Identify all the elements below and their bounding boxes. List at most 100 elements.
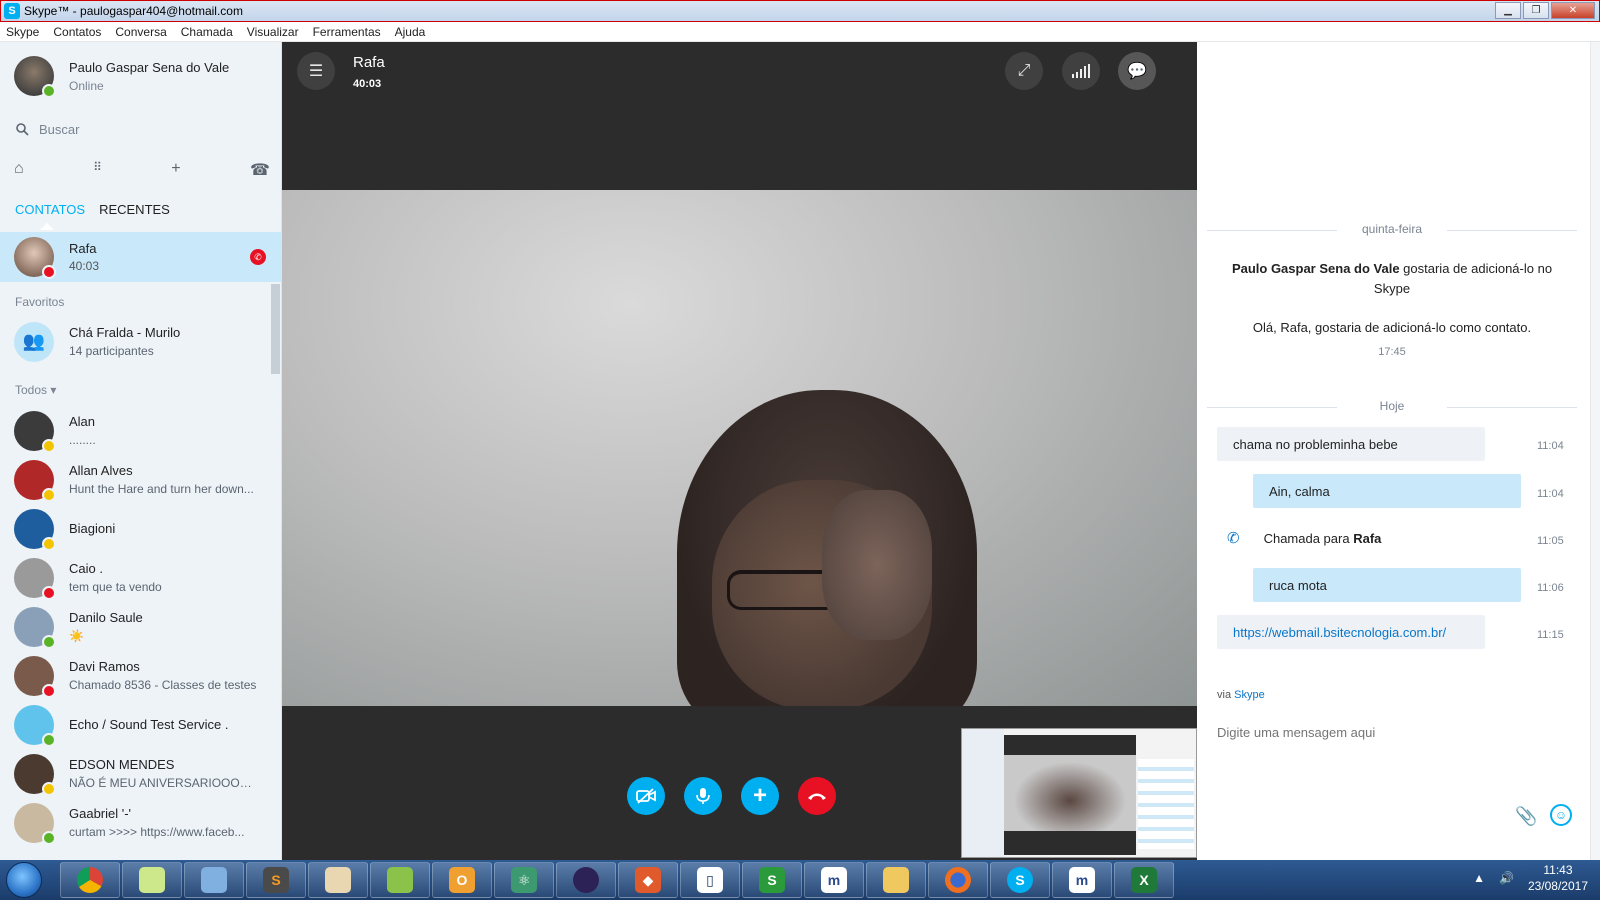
taskbar-meebo-2[interactable]: m xyxy=(1052,862,1112,898)
search-box[interactable]: Buscar xyxy=(16,122,79,137)
contact-sub: tem que ta vendo xyxy=(69,580,162,594)
message-bubble-out[interactable]: Ain, calma xyxy=(1253,474,1521,508)
list-item[interactable]: Davi Ramos Chamado 8536 - Classes de test… xyxy=(0,651,270,700)
home-icon[interactable]: ⌂ xyxy=(14,160,24,180)
microphone-icon[interactable] xyxy=(684,777,722,815)
plus-icon[interactable]: + xyxy=(741,777,779,815)
taskbar-notepad[interactable] xyxy=(122,862,182,898)
greeting-time: 17:45 xyxy=(1378,346,1406,358)
contact-sub: curtam >>>> https://www.faceb... xyxy=(69,825,245,839)
message-time: 11:04 xyxy=(1537,440,1564,452)
clock[interactable]: 11:43 23/08/2017 xyxy=(1528,862,1588,894)
paperclip-icon[interactable]: 📎 xyxy=(1515,806,1537,827)
emoticon-icon[interactable]: ☺ xyxy=(1550,804,1572,826)
menu-visualizar[interactable]: Visualizar xyxy=(247,25,299,39)
contacts-list: Alan........ Allan Alves Hunt the Hare an… xyxy=(0,406,270,847)
expand-icon[interactable]: ⤢ xyxy=(1005,52,1043,90)
close-button[interactable]: ✕ xyxy=(1551,2,1595,19)
list-item[interactable]: Gaabriel '-' curtam >>>> https://www.face… xyxy=(0,798,270,847)
minimize-button[interactable]: ▁ xyxy=(1495,2,1521,19)
list-item[interactable]: Allan Alves Hunt the Hare and turn her do… xyxy=(0,455,270,504)
tab-contatos[interactable]: CONTATOS xyxy=(15,202,85,217)
menu-skype[interactable]: Skype xyxy=(6,25,39,39)
taskbar-sublime[interactable]: S xyxy=(246,862,306,898)
chat-scrollbar[interactable] xyxy=(1590,42,1600,860)
list-item[interactable]: Alan........ xyxy=(0,406,270,455)
list-icon[interactable]: ☰ xyxy=(297,52,335,90)
taskbar-git[interactable]: ◆ xyxy=(618,862,678,898)
window-controls: ▁ ❐ ✕ xyxy=(1495,2,1595,19)
via-skype: via Skype xyxy=(1217,689,1265,701)
excel-icon: X xyxy=(1131,867,1157,893)
list-item[interactable]: Echo / Sound Test Service . xyxy=(0,700,270,749)
dialpad-icon[interactable]: ⠿ xyxy=(93,160,102,180)
list-item[interactable]: Danilo Saule ☀️ xyxy=(0,602,270,651)
taskbar-explorer[interactable] xyxy=(184,862,244,898)
message-link[interactable]: https://webmail.bsitecnologia.com.br/ xyxy=(1217,615,1485,649)
taskbar-excel[interactable]: X xyxy=(1114,862,1174,898)
taskbar-chrome[interactable] xyxy=(60,862,120,898)
menu-conversa[interactable]: Conversa xyxy=(115,25,166,39)
message-input[interactable] xyxy=(1217,725,1537,740)
profile-card[interactable]: Paulo Gaspar Sena do Vale Online xyxy=(14,56,230,98)
message-bubble-out[interactable]: ruca mota xyxy=(1253,568,1521,602)
all-contacts-label[interactable]: Todos ▾ xyxy=(15,383,56,397)
tab-recentes[interactable]: RECENTES xyxy=(99,202,170,217)
contact-sub: Hunt the Hare and turn her down... xyxy=(69,482,254,496)
hangup-icon[interactable] xyxy=(798,777,836,815)
taskbar-outlook[interactable]: O xyxy=(432,862,492,898)
menu-ferramentas[interactable]: Ferramentas xyxy=(313,25,381,39)
profile-avatar[interactable] xyxy=(14,56,56,98)
sidebar-scrollbar[interactable] xyxy=(271,284,280,374)
list-item[interactable]: Caio . tem que ta vendo xyxy=(0,553,270,602)
active-call-contact[interactable]: Rafa 40:03 ✆ xyxy=(0,232,281,282)
signal-icon[interactable] xyxy=(1062,52,1100,90)
menu-contatos[interactable]: Contatos xyxy=(53,25,101,39)
add-contact-icon[interactable]: ☎ xyxy=(250,160,270,180)
m-icon: m xyxy=(1069,867,1095,893)
taskbar-skype[interactable]: S xyxy=(990,862,1050,898)
contact-sub: 14 participantes xyxy=(69,344,154,358)
hangup-icon[interactable]: ✆ xyxy=(250,249,266,265)
menu-ajuda[interactable]: Ajuda xyxy=(395,25,426,39)
window-title-bar: S Skype™ - paulogaspar404@hotmail.com ▁ … xyxy=(0,0,1600,22)
taskbar-android-studio[interactable] xyxy=(370,862,430,898)
list-item[interactable]: 👥 Chá Fralda - Murilo 14 participantes xyxy=(0,317,270,366)
taskbar-frame[interactable]: ▯ xyxy=(680,862,740,898)
system-tray: ▲ 🔊 11:43 23/08/2017 xyxy=(1473,862,1588,894)
chevron-down-icon: ▾ xyxy=(50,383,57,397)
taskbar-sigma[interactable]: S xyxy=(742,862,802,898)
away-status-icon xyxy=(42,487,56,502)
message-bubble-in[interactable]: chama no probleminha bebe xyxy=(1217,427,1485,461)
add-icon[interactable]: + xyxy=(171,160,180,180)
contact-name: EDSON MENDES xyxy=(69,757,175,772)
taskbar-eclipse[interactable] xyxy=(556,862,616,898)
contact-sub: ☀️ xyxy=(69,629,84,643)
via-brand[interactable]: Skype xyxy=(1234,689,1265,701)
online-status-icon xyxy=(42,634,56,649)
volume-icon[interactable]: 🔊 xyxy=(1499,871,1514,885)
contact-sub: Chamado 8536 - Classes de testes xyxy=(69,678,257,692)
taskbar-meebo[interactable]: m xyxy=(804,862,864,898)
video-off-icon[interactable] xyxy=(627,777,665,815)
maximize-button[interactable]: ❐ xyxy=(1523,2,1549,19)
contact-avatar xyxy=(14,508,56,551)
profile-name: Paulo Gaspar Sena do Vale xyxy=(69,59,230,75)
request-sender: Paulo Gaspar Sena do Vale xyxy=(1231,261,1400,276)
menu-chamada[interactable]: Chamada xyxy=(181,25,233,39)
start-button[interactable] xyxy=(6,862,42,898)
taskbar-atom[interactable]: ⚛ xyxy=(494,862,554,898)
message-time: 11:05 xyxy=(1537,535,1564,547)
list-item[interactable]: EDSON MENDES NÃO É MEU ANIVERSARIOOOO... xyxy=(0,749,270,798)
all-label-text: Todos xyxy=(15,383,48,397)
taskbar-folder[interactable] xyxy=(866,862,926,898)
self-view-preview[interactable] xyxy=(961,728,1197,858)
tray-expand-icon[interactable]: ▲ xyxy=(1473,871,1485,885)
window-icon xyxy=(201,867,227,893)
taskbar-paint[interactable] xyxy=(308,862,368,898)
greeting-message: Olá, Rafa, gostaria de adicioná-lo como … xyxy=(1252,320,1532,335)
list-item[interactable]: Biagioni xyxy=(0,504,270,553)
chat-bubble-icon[interactable]: 💬 xyxy=(1118,52,1156,90)
taskbar-firefox[interactable] xyxy=(928,862,988,898)
contact-name: Gaabriel '-' xyxy=(69,806,132,821)
